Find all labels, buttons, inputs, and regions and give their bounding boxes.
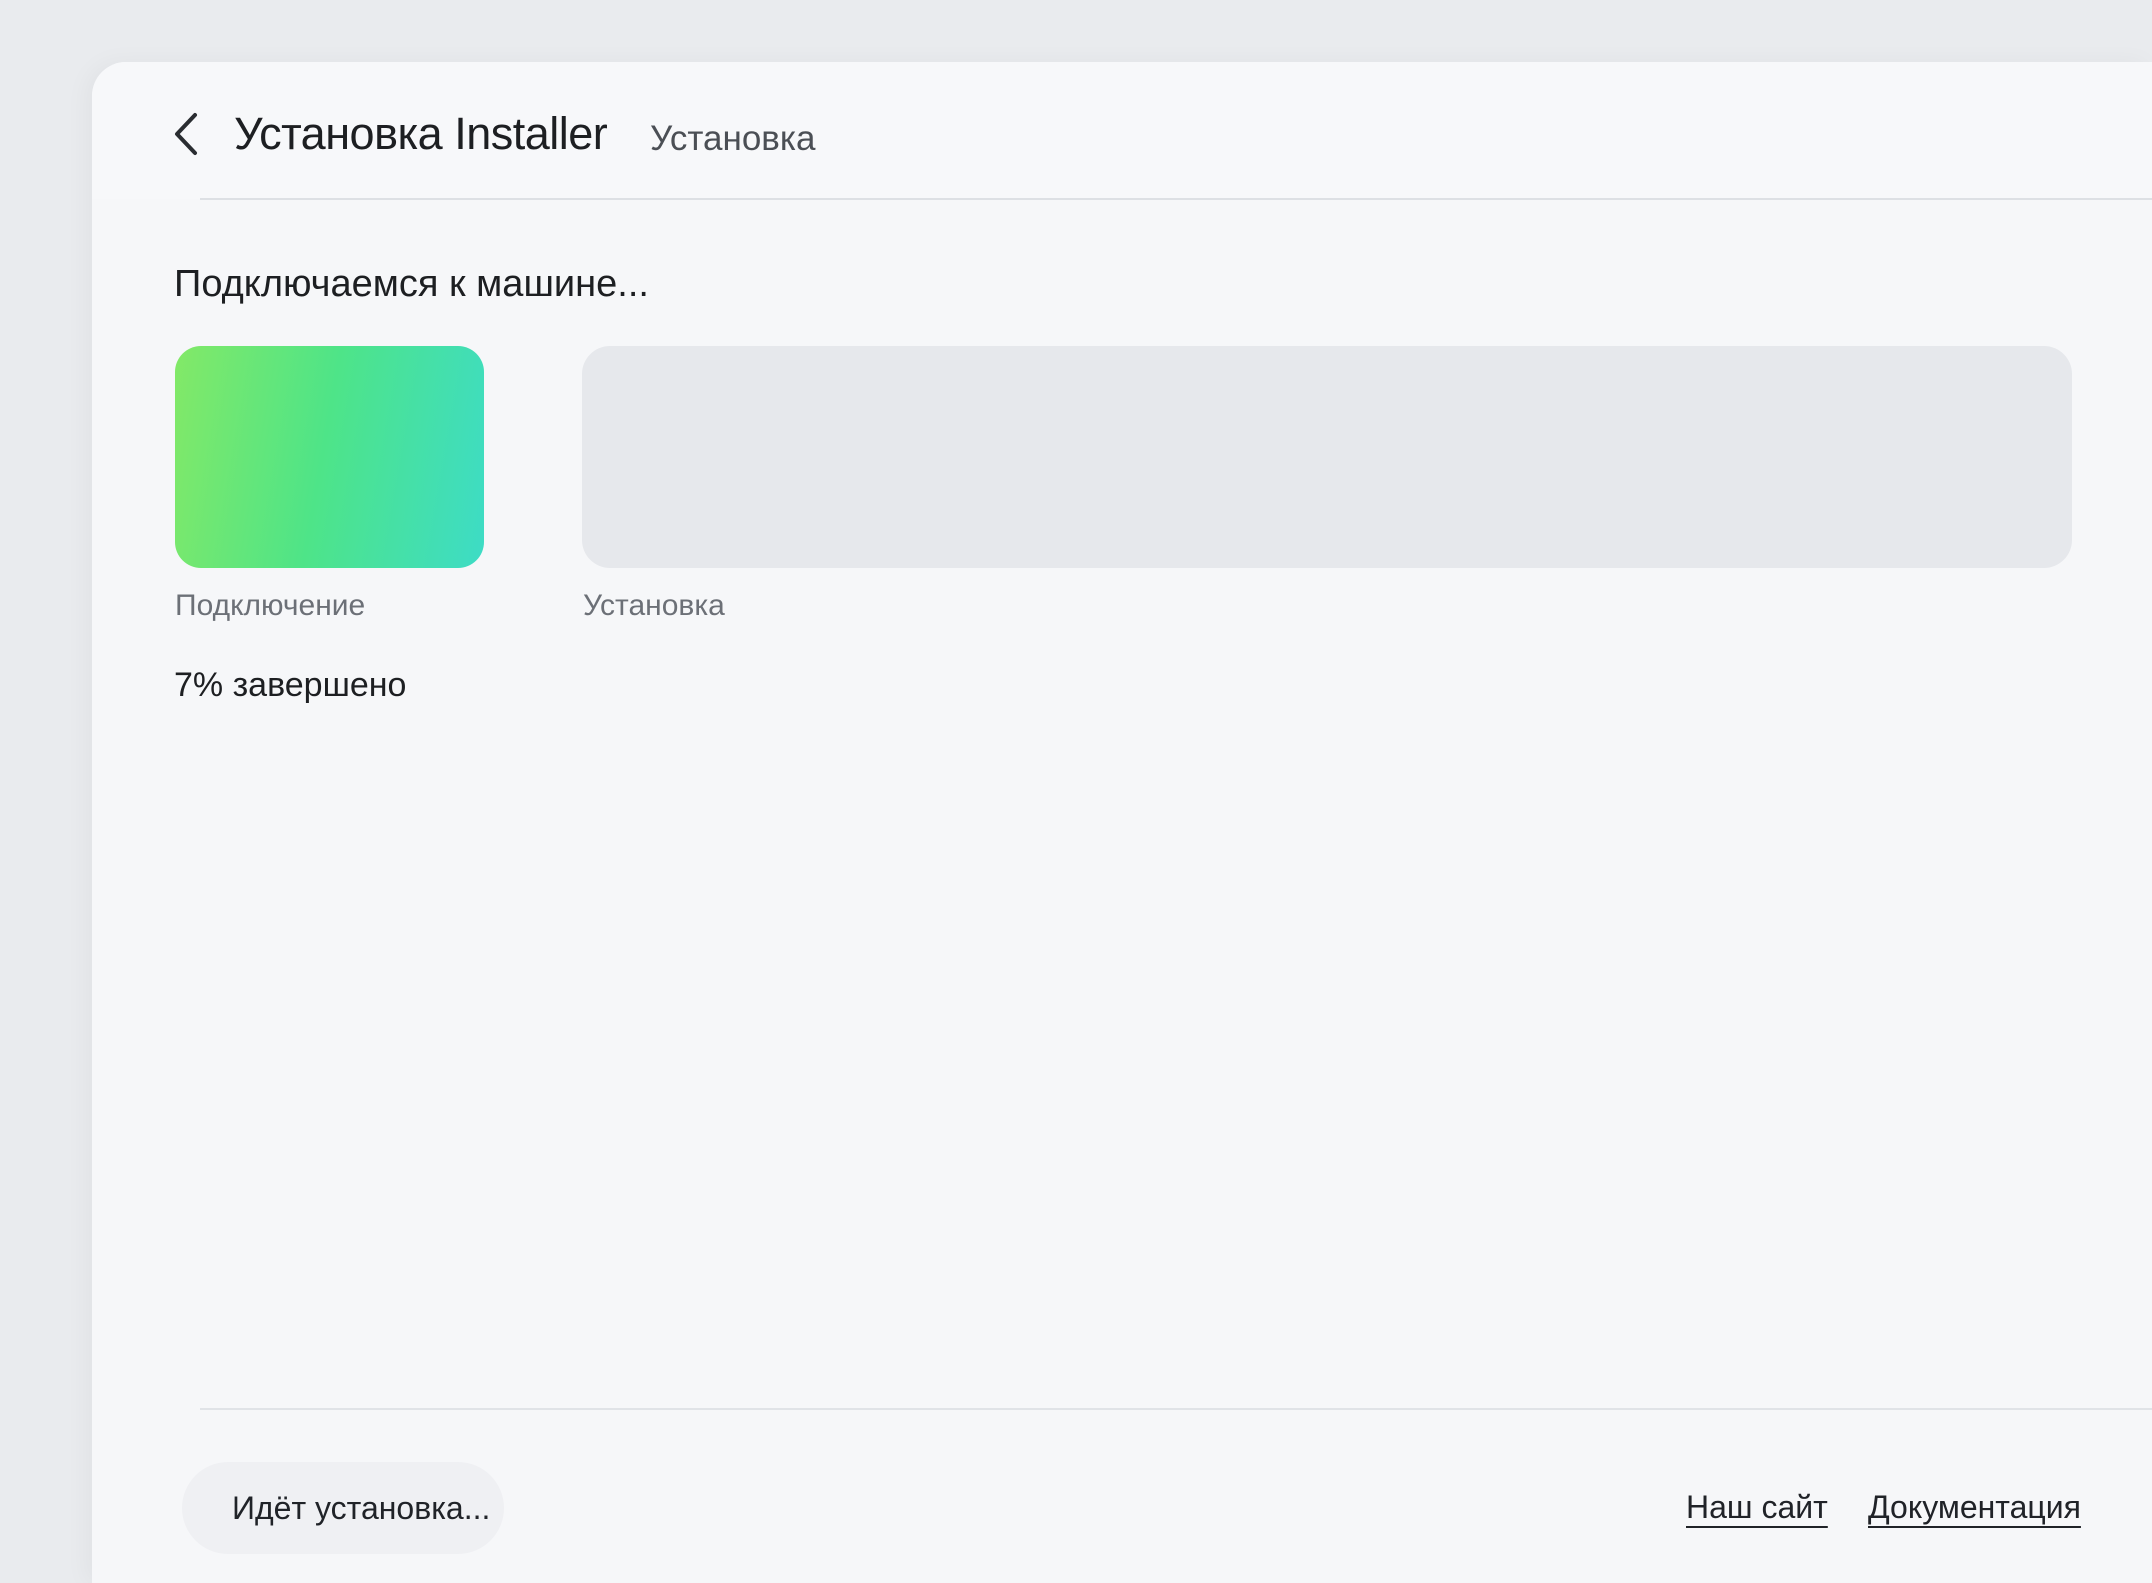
stage-install-label: Установка <box>583 589 725 622</box>
stage-install-block <box>582 346 2072 568</box>
page-subtitle: Установка <box>650 119 816 158</box>
footer-divider <box>200 1408 2152 1410</box>
documentation-link[interactable]: Документация <box>1868 1484 2081 1530</box>
chevron-left-icon <box>175 113 197 155</box>
back-button[interactable] <box>162 106 210 162</box>
stage-connect-label: Подключение <box>175 589 366 622</box>
status-heading: Подключаемся к машине... <box>174 263 649 305</box>
window-header: Установка Installer Установка <box>92 62 2152 199</box>
stage-connect-block <box>175 346 484 568</box>
progress-text: 7% завершено <box>174 666 407 704</box>
header-divider <box>200 198 2152 200</box>
website-link[interactable]: Наш сайт <box>1686 1484 1828 1530</box>
install-status-button[interactable]: Идёт установка... <box>182 1462 504 1554</box>
installer-window: Установка Installer Установка Подключаем… <box>92 62 2152 1583</box>
app-title: Установка Installer <box>234 108 608 159</box>
